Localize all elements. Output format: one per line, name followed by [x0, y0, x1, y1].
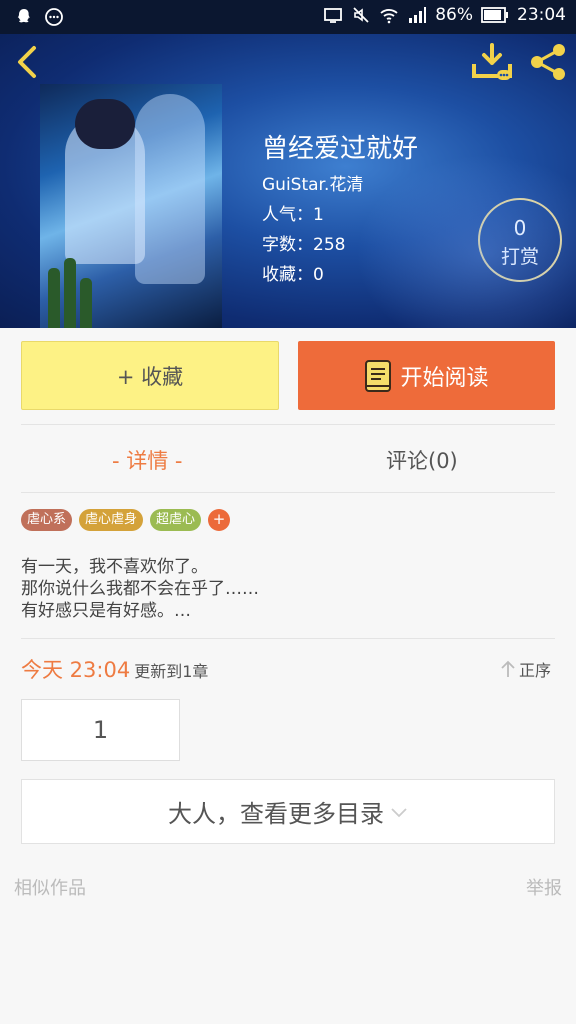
reward-button[interactable]: 0 打赏: [478, 198, 562, 282]
cover-bottle: [64, 258, 76, 328]
mute-icon: [353, 7, 369, 23]
update-text: 更新到1章: [134, 662, 209, 681]
divider: [21, 492, 555, 493]
battery-icon: [481, 7, 508, 23]
signal-icon: [409, 7, 427, 23]
description-line: 有好感只是有好感。…: [21, 601, 191, 621]
cover-bottle: [80, 278, 92, 328]
chat-icon: [45, 8, 63, 26]
share-icon[interactable]: [528, 42, 568, 82]
reward-count: 0: [513, 216, 527, 240]
arrow-up-icon: [501, 660, 515, 677]
tag[interactable]: 虐心虐身: [79, 509, 144, 531]
cover-bottle: [48, 268, 60, 328]
sort-toggle[interactable]: 正序: [500, 657, 551, 681]
qq-icon: [17, 9, 30, 23]
book-cover[interactable]: [40, 84, 222, 328]
word-count-stat: 字数：258: [262, 235, 346, 255]
tag[interactable]: 虐心系: [21, 509, 73, 531]
cover-figure-hair: [75, 99, 135, 149]
tab-detail[interactable]: - 详情 -: [112, 440, 183, 480]
tag-list: 虐心系 虐心虐身 超虐心 +: [21, 509, 231, 531]
tag[interactable]: 超虐心: [150, 509, 202, 531]
divider: [21, 638, 555, 639]
clock: 23:04: [517, 5, 566, 25]
chevron-down-icon: [391, 807, 407, 817]
start-reading-label: 开始阅读: [400, 365, 489, 391]
tab-comments[interactable]: 评论(0): [386, 440, 458, 480]
divider: [21, 424, 555, 425]
description-line: 有一天，我不喜欢你了。: [21, 557, 208, 577]
update-info: 今天 23:04 更新到1章: [21, 654, 208, 684]
chapter-button[interactable]: 1: [21, 699, 180, 761]
status-bar: 86% 23:04: [0, 0, 576, 34]
book-author[interactable]: GuiStar.花清: [262, 170, 363, 195]
battery-percent: 86%: [435, 5, 473, 25]
reward-label: 打赏: [500, 246, 539, 268]
sort-label: 正序: [519, 661, 552, 680]
report-link[interactable]: 举报: [526, 874, 562, 900]
popularity-stat: 人气：1: [262, 205, 324, 225]
start-reading-button[interactable]: 开始阅读: [298, 341, 555, 410]
description-line: 那你说什么我都不会在乎了……: [21, 579, 259, 599]
download-icon[interactable]: [470, 42, 514, 82]
more-toc-label: 大人，查看更多目录: [168, 800, 384, 828]
chevron-left-icon[interactable]: [12, 42, 44, 82]
more-toc-button[interactable]: 大人，查看更多目录: [21, 779, 555, 844]
wifi-icon: [380, 9, 398, 24]
add-tag-button[interactable]: +: [208, 509, 231, 531]
book-title: 曾经爱过就好: [262, 134, 419, 164]
cover-figure: [135, 94, 205, 284]
book-icon: [365, 359, 392, 392]
book-header: 曾经爱过就好 GuiStar.花清 人气：1 字数：258 收藏：0 0 打赏: [0, 34, 576, 328]
update-time: 今天 23:04: [21, 658, 131, 682]
favorites-stat: 收藏：0: [262, 265, 324, 285]
favorite-button[interactable]: + 收藏: [21, 341, 279, 410]
book-description[interactable]: 有一天，我不喜欢你了。 那你说什么我都不会在乎了…… 有好感只是有好感。…: [21, 556, 259, 622]
similar-works-label: 相似作品: [14, 878, 86, 899]
favorite-button-label: + 收藏: [116, 364, 184, 389]
cast-icon: [324, 8, 343, 23]
